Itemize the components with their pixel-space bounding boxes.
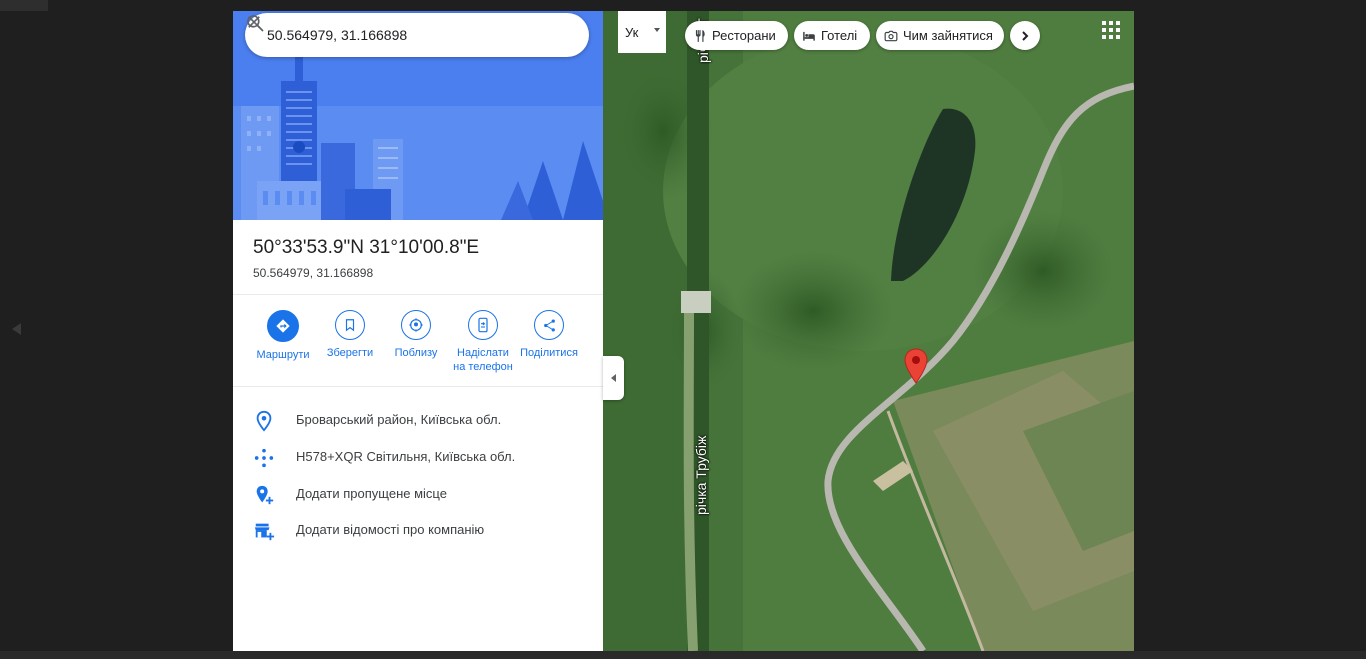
directions-label: Маршрути	[256, 349, 310, 361]
place-title: 50°33'53.9"N 31°10'00.8"E	[253, 237, 480, 258]
info-row-add-business[interactable]: Додати відомості про компанію	[233, 514, 603, 546]
add-place-text: Додати пропущене місце	[296, 486, 447, 501]
camera-icon	[884, 30, 898, 41]
send-to-phone-label-line1: Надіслати	[457, 347, 509, 359]
share-icon	[543, 319, 555, 331]
action-bar: Маршрути Зберегти Поблизу Надіслати на т…	[250, 310, 586, 380]
language-value: Ук	[625, 25, 639, 40]
hero-illustration	[233, 11, 603, 220]
send-to-phone-label-line2: на телефон	[453, 361, 513, 373]
chip-restaurants-label: Ресторани	[712, 28, 776, 43]
chips-next-button[interactable]	[1010, 21, 1040, 50]
chevron-down-icon	[654, 28, 660, 32]
apps-grid-icon[interactable]	[1102, 21, 1120, 39]
satellite-map[interactable]: річка Трубіж річка Т	[603, 11, 1134, 651]
divider	[233, 294, 603, 295]
place-coordinates: 50.564979, 31.166898	[253, 266, 374, 280]
prev-arrow-icon[interactable]	[12, 323, 21, 335]
restaurant-icon	[695, 29, 705, 42]
directions-icon	[276, 319, 290, 333]
share-label: Поділитися	[520, 347, 578, 359]
nearby-label: Поблизу	[394, 347, 438, 359]
chip-things-to-do[interactable]: Чим зайнятися	[876, 21, 1004, 50]
address-text: Броварський район, Київська обл.	[296, 412, 502, 427]
add-business-icon	[254, 523, 275, 541]
collapse-panel-button[interactable]	[603, 356, 624, 400]
chip-hotels[interactable]: Готелі	[794, 21, 870, 50]
save-button[interactable]: Зберегти	[317, 310, 383, 360]
bottom-bar	[0, 651, 1366, 659]
add-place-icon	[256, 485, 274, 505]
info-row-address[interactable]: Броварський район, Київська обл.	[233, 404, 603, 436]
close-icon[interactable]	[245, 13, 263, 31]
share-button[interactable]: Поділитися	[516, 310, 582, 360]
chip-things-to-do-label: Чим зайнятися	[903, 28, 993, 43]
nearby-icon	[409, 318, 423, 332]
chip-hotels-label: Готелі	[821, 28, 858, 43]
bookmark-icon	[345, 319, 355, 332]
search-box	[245, 13, 589, 57]
add-business-text: Додати відомості про компанію	[296, 522, 485, 537]
maps-frame: 50°33'53.9"N 31°10'00.8"E 50.564979, 31.…	[233, 11, 1134, 651]
window-corner-tab	[0, 0, 48, 11]
chip-restaurants[interactable]: Ресторани	[685, 21, 788, 50]
search-input[interactable]	[267, 24, 497, 46]
info-row-plus-code[interactable]: H578+XQR Світильня, Київська обл.	[233, 441, 603, 473]
place-panel: 50°33'53.9"N 31°10'00.8"E 50.564979, 31.…	[233, 11, 603, 651]
plus-code-text: H578+XQR Світильня, Київська обл.	[296, 449, 516, 464]
chevron-right-icon	[1022, 30, 1029, 41]
info-row-add-place[interactable]: Додати пропущене місце	[233, 478, 603, 510]
send-to-phone-icon	[478, 317, 488, 333]
nearby-button[interactable]: Поблизу	[383, 310, 449, 360]
chevron-left-icon	[610, 374, 616, 382]
save-label: Зберегти	[326, 347, 374, 359]
map-pin-icon[interactable]	[903, 348, 929, 384]
divider	[233, 386, 603, 387]
language-select[interactable]: Ук	[618, 11, 666, 53]
location-pin-icon	[256, 410, 272, 432]
directions-button[interactable]: Маршрути	[250, 310, 316, 362]
river-label: річка Трубіж	[693, 435, 709, 515]
send-to-phone-button[interactable]: Надіслати на телефон	[450, 310, 516, 374]
hotel-icon	[803, 31, 815, 41]
plus-code-icon	[254, 448, 274, 468]
satellite-imagery	[603, 11, 1134, 651]
